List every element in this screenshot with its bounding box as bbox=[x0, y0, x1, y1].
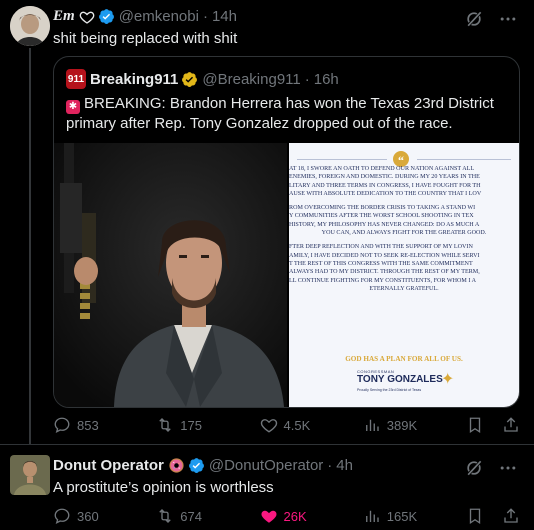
reply-button[interactable]: 360 bbox=[53, 507, 113, 525]
repost-button[interactable]: 175 bbox=[156, 416, 216, 434]
tweet-em: Em @emkenobi · 14h shit being replaced w… bbox=[0, 0, 534, 444]
timestamp[interactable]: 14h bbox=[212, 8, 237, 25]
timestamp[interactable]: 4h bbox=[336, 457, 353, 474]
photo-man-with-rifle[interactable] bbox=[54, 143, 287, 407]
bookmark-icon[interactable] bbox=[466, 416, 484, 434]
verified-badge-icon bbox=[98, 9, 114, 24]
quote-header: 911 Breaking911 @Breaking911 · 16h bbox=[66, 69, 339, 89]
avatar-em[interactable] bbox=[10, 6, 50, 46]
statement-paragraph-3: fter deep reflection and with the suppor… bbox=[289, 244, 480, 292]
like-button[interactable]: 26K bbox=[260, 507, 320, 525]
gonzales-statement-image[interactable]: “ At 18, I swore an oath to defend our n… bbox=[289, 143, 519, 407]
quoted-tweet[interactable]: 911 Breaking911 @Breaking911 · 16h ✱ BREA… bbox=[53, 56, 520, 408]
grok-icon[interactable] bbox=[464, 458, 484, 478]
quote-text-body: BREAKING: Brandon Herrera has won the Te… bbox=[66, 95, 494, 132]
like-count: 26K bbox=[283, 508, 307, 524]
grok-icon[interactable] bbox=[464, 9, 484, 29]
share-icon[interactable] bbox=[502, 507, 520, 525]
reply-button[interactable]: 853 bbox=[53, 416, 113, 434]
heart-icon bbox=[260, 419, 277, 433]
statement-text: At 18, I swore an oath to defend our nat… bbox=[289, 165, 519, 299]
more-icon[interactable] bbox=[498, 9, 518, 29]
separator-dot: · bbox=[304, 70, 310, 88]
breaking911-logo: 911 bbox=[66, 69, 86, 89]
siren-emoji-icon: ✱ bbox=[66, 100, 80, 114]
tweet-donut-operator: Donut Operator @DonutOperator · 4h A pro… bbox=[0, 444, 534, 530]
signature-name: TONY GONZALES bbox=[357, 374, 443, 385]
quote-media[interactable]: “ At 18, I swore an oath to defend our n… bbox=[54, 143, 519, 407]
view-count: 165K bbox=[386, 508, 418, 524]
tweet-top-actions bbox=[464, 458, 518, 478]
decorative-rule bbox=[297, 159, 387, 160]
verified-badge-icon bbox=[188, 458, 204, 473]
reply-icon bbox=[54, 508, 70, 525]
thread-line bbox=[29, 48, 31, 444]
avatar-donut-operator[interactable] bbox=[10, 455, 50, 495]
statement-closing: God has a plan for all of us. bbox=[345, 355, 463, 363]
display-name[interactable]: Em bbox=[53, 8, 75, 25]
repost-button[interactable]: 674 bbox=[156, 507, 216, 525]
heart-filled-icon bbox=[260, 510, 277, 523]
quote-text: ✱ BREAKING: Brandon Herrera has won the T… bbox=[66, 94, 506, 134]
repost-count: 674 bbox=[180, 508, 202, 524]
quote-display-name: Breaking911 bbox=[90, 70, 179, 88]
save-share-group bbox=[466, 416, 520, 434]
gold-verified-badge-icon bbox=[182, 71, 198, 87]
repost-icon bbox=[159, 418, 171, 432]
tweet-top-actions bbox=[464, 9, 518, 29]
tweet-header: Em @emkenobi · 14h bbox=[53, 8, 237, 25]
bookmark-icon[interactable] bbox=[466, 507, 484, 525]
tweet-actions: 853 175 4.5K 389K bbox=[53, 416, 520, 434]
separator-dot: · bbox=[202, 8, 208, 25]
share-icon[interactable] bbox=[502, 416, 520, 434]
quote-handle: @Breaking911 bbox=[202, 70, 301, 88]
reply-count: 360 bbox=[77, 508, 99, 524]
views-button[interactable]: 389K bbox=[363, 416, 423, 434]
heart-outline-icon bbox=[79, 11, 95, 24]
signature-subtitle: Proudly Serving the 23rd District of Tex… bbox=[357, 388, 422, 392]
display-name[interactable]: Donut Operator bbox=[53, 457, 164, 474]
like-count: 4.5K bbox=[283, 417, 311, 433]
tweet-actions: 360 674 26K 165K bbox=[53, 507, 520, 525]
statement-paragraph-1: At 18, I swore an oath to defend our nat… bbox=[289, 166, 482, 197]
repost-icon bbox=[159, 509, 171, 523]
separator-dot: · bbox=[327, 457, 333, 474]
texas-star-icon: ✦ bbox=[441, 371, 455, 388]
more-icon[interactable] bbox=[498, 458, 518, 478]
view-count: 389K bbox=[386, 417, 418, 433]
donut-emoji-icon bbox=[169, 458, 184, 473]
reply-icon bbox=[54, 417, 70, 434]
like-button[interactable]: 4.5K bbox=[260, 416, 320, 434]
tweet-text: shit being replaced with shit bbox=[53, 30, 238, 47]
quote-timestamp: 16h bbox=[313, 70, 339, 88]
tweet-header: Donut Operator @DonutOperator · 4h bbox=[53, 457, 353, 474]
handle[interactable]: @DonutOperator bbox=[209, 457, 323, 474]
analytics-icon bbox=[365, 510, 379, 522]
tweet-text: A prostitute’s opinion is worthless bbox=[53, 479, 274, 496]
save-share-group bbox=[466, 507, 520, 525]
handle[interactable]: @emkenobi bbox=[119, 8, 199, 25]
reply-count: 853 bbox=[77, 417, 99, 433]
statement-paragraph-2: rom overcoming the border crisis to taki… bbox=[289, 205, 487, 237]
repost-count: 175 bbox=[180, 417, 202, 433]
analytics-icon bbox=[365, 419, 379, 431]
decorative-rule bbox=[417, 159, 511, 160]
views-button[interactable]: 165K bbox=[363, 507, 423, 525]
